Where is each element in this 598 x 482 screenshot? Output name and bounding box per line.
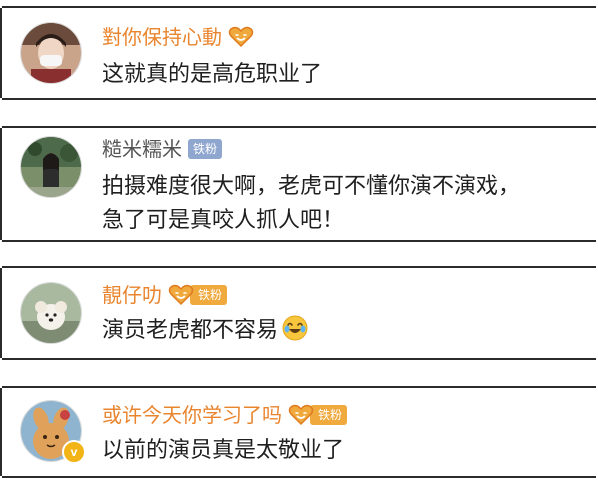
- username[interactable]: 對你保持心動: [102, 22, 222, 52]
- comment-text-row: 演员老虎都不容易: [102, 314, 308, 348]
- heart-icon: [228, 26, 254, 48]
- username[interactable]: 或许今天你学习了吗: [102, 400, 282, 430]
- username[interactable]: 靚仔叻: [102, 280, 162, 310]
- fan-badge: 铁粉: [168, 284, 228, 306]
- comment-text-line-2: 急了可是真咬人抓人吧！: [102, 208, 345, 233]
- avatar[interactable]: [20, 136, 82, 198]
- heart-icon: [288, 404, 314, 426]
- verified-badge: v: [62, 440, 86, 464]
- comment-text: 以前的演员真是太敬业了: [102, 438, 345, 463]
- avatar-photo: [21, 23, 81, 83]
- avatar-photo: [21, 283, 81, 343]
- laughing-crying-emoji-icon: [282, 315, 308, 341]
- fan-label: 铁粉: [310, 405, 348, 425]
- comment-card: 靚仔叻 铁粉 演员老虎都不容易: [0, 266, 596, 360]
- comment-card: 對你保持心動 这就真的是高危职业了: [0, 6, 596, 100]
- fan-badge: 铁粉: [288, 404, 348, 426]
- comment-text: 这就真的是高危职业了: [102, 62, 323, 87]
- comment-text-line-1: 拍摄难度很大啊，老虎可不懂你演不演戏，: [102, 174, 521, 199]
- avatar-photo: [21, 137, 81, 197]
- avatar[interactable]: [20, 282, 82, 344]
- fan-badge: 铁粉: [188, 139, 223, 159]
- comment-text: 演员老虎都不容易: [102, 318, 279, 343]
- fan-label: 铁粉: [190, 285, 228, 305]
- avatar[interactable]: [20, 22, 82, 84]
- heart-icon: [168, 284, 194, 306]
- comment-list: 對你保持心動 这就真的是高危职业了 糙米糯米 铁粉 拍摄难度很大啊，老虎可不懂你…: [0, 0, 598, 482]
- comment-card: v 或许今天你学习了吗 铁粉 以前的演员真是太敬业了: [0, 386, 596, 478]
- comment-card: 糙米糯米 铁粉 拍摄难度很大啊，老虎可不懂你演不演戏， 急了可是真咬人抓人吧！: [0, 126, 596, 242]
- username[interactable]: 糙米糯米: [102, 134, 182, 164]
